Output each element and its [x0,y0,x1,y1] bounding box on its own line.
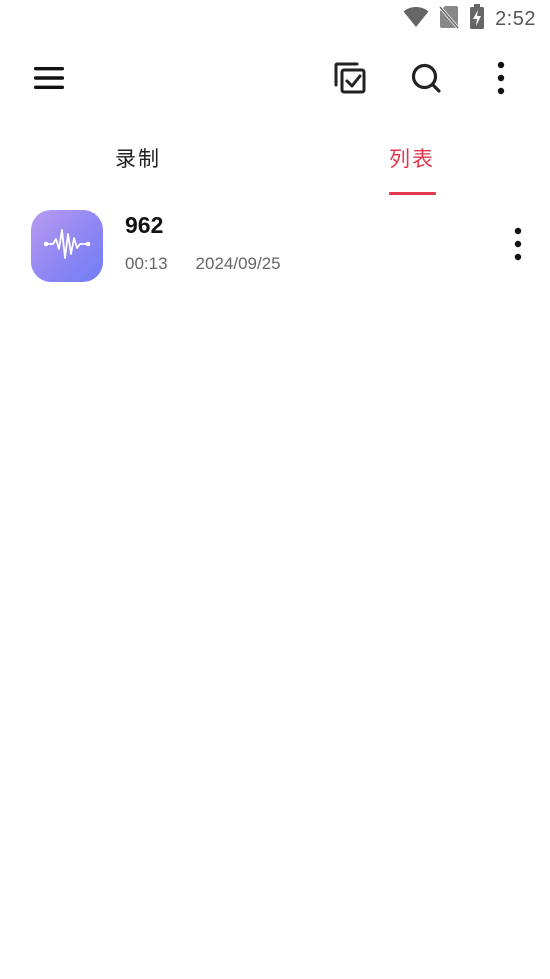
recording-list-item[interactable]: 962 00:13 2024/09/25 [0,200,550,292]
more-vert-icon [514,227,522,265]
recording-duration: 00:13 [125,254,168,273]
recording-more-button[interactable] [494,222,542,270]
recording-title: 962 [125,212,164,238]
recording-thumbnail [31,210,103,282]
battery-charging-icon [469,4,485,34]
more-vert-icon [497,61,505,99]
wifi-icon [403,6,429,32]
tab-indicator [389,192,436,195]
recording-date: 2024/09/25 [195,254,281,273]
tab-bar: 录制 列表 [0,135,550,197]
tab-list[interactable]: 列表 [382,145,442,195]
multi-select-button[interactable] [326,56,374,104]
menu-icon [33,65,65,95]
no-sim-icon [438,5,460,33]
multi-select-icon [333,61,367,99]
tab-record-label: 录制 [115,147,161,171]
more-options-button[interactable] [477,56,525,104]
waveform-icon [43,224,91,268]
search-button[interactable] [402,56,450,104]
status-time: 2:52 [495,7,536,30]
menu-button[interactable] [25,56,73,104]
recording-meta: 00:13 2024/09/25 [125,254,281,274]
search-icon [410,62,442,98]
toolbar [0,50,550,110]
tab-record[interactable]: 录制 [108,145,168,195]
tab-list-label: 列表 [389,147,435,171]
status-bar: 2:52 [0,0,550,36]
screen: 2:52 录制 列表 962 00:13 2024/09/25 [0,0,550,979]
status-icons: 2:52 [403,4,536,34]
